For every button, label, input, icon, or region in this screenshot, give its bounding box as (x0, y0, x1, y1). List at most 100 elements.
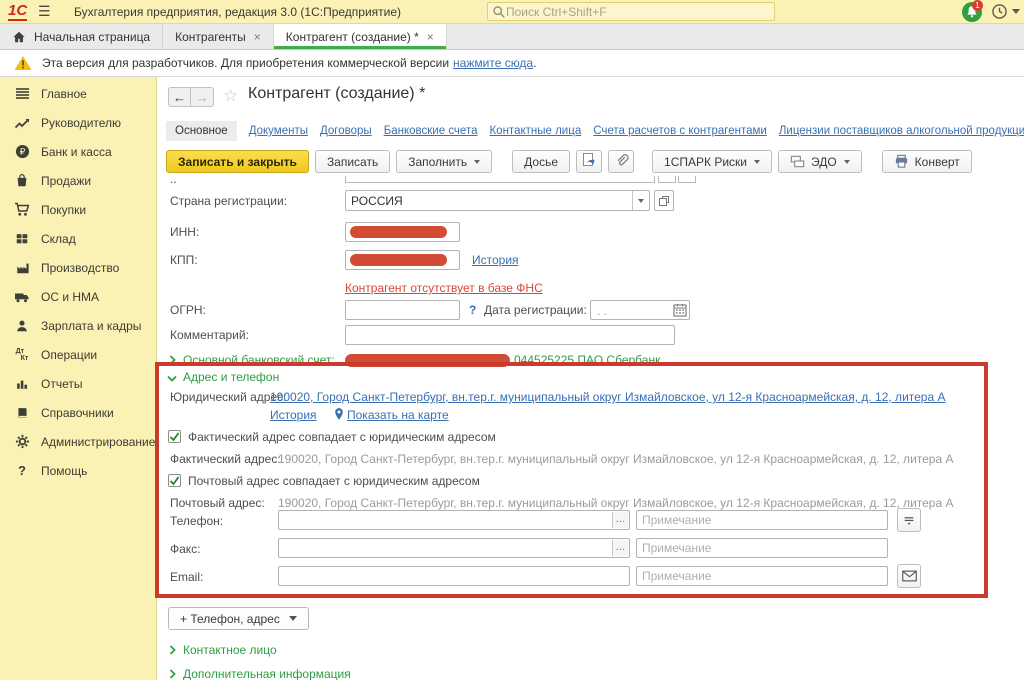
chevron-down-icon[interactable] (167, 374, 177, 383)
attachment-button[interactable] (608, 150, 634, 173)
fax-note-input[interactable] (636, 538, 888, 558)
sidebar-item-glavnoe[interactable]: Главное (0, 79, 156, 108)
save-button[interactable]: Записать (315, 150, 390, 173)
svg-text:₽: ₽ (19, 147, 25, 157)
spark-risks-button[interactable]: 1СПАРК Риски (652, 150, 772, 173)
country-dropdown[interactable] (632, 191, 649, 210)
legal-address-link[interactable]: 190020, Город Санкт-Петербург, вн.тер.г.… (270, 390, 946, 404)
bank-account-section[interactable]: Основной банковский счет: (183, 353, 335, 367)
chevron-down-icon[interactable] (1012, 9, 1020, 14)
sidebar-item-pomosch[interactable]: ? Помощь (0, 456, 156, 485)
active-tab-indicator (274, 46, 446, 49)
envelope-print-button[interactable]: Конверт (882, 150, 972, 173)
ellipsis-icon[interactable]: … (612, 540, 628, 556)
close-icon[interactable]: × (254, 30, 261, 44)
sidebar-item-sklad[interactable]: Склад (0, 224, 156, 253)
global-search[interactable] (487, 2, 775, 21)
chevron-down-icon (474, 160, 480, 164)
additional-info-section[interactable]: Дополнительная информация (183, 667, 351, 680)
form-tab-osnovnoe[interactable]: Основное (166, 121, 237, 141)
partial-button[interactable] (678, 176, 696, 183)
menu-lines-icon (13, 85, 31, 102)
truck-icon (13, 288, 31, 305)
fact-address-label: Фактический адрес: (170, 452, 281, 466)
email-note-input[interactable] (636, 566, 888, 586)
phone-input[interactable]: … (278, 510, 630, 530)
trend-chart-icon (13, 114, 31, 131)
main-menu-icon[interactable]: ☰ (38, 3, 51, 20)
comment-input[interactable] (345, 325, 675, 345)
sidebar-item-pokupki[interactable]: Покупки (0, 195, 156, 224)
search-input[interactable] (506, 5, 770, 19)
calendar-icon[interactable] (673, 303, 687, 322)
sidebar-item-proizvodstvo[interactable]: Производство (0, 253, 156, 282)
form-tab-dogovory[interactable]: Договоры (320, 125, 372, 137)
tab-home[interactable]: Начальная страница (0, 24, 163, 49)
sidebar-item-zarplata-kadry[interactable]: Зарплата и кадры (0, 311, 156, 340)
sidebar-item-administrirovanie[interactable]: Администрирование (0, 427, 156, 456)
comment-label: Комментарий: (170, 328, 249, 342)
sidebar-item-os-nma[interactable]: ОС и НМА (0, 282, 156, 311)
sidebar-item-bank-kassa[interactable]: ₽ Банк и касса (0, 137, 156, 166)
ellipsis-icon[interactable]: … (612, 512, 628, 528)
tab-label: Контрагенты (175, 30, 246, 44)
dossier-button[interactable]: Досье (512, 150, 570, 173)
email-input[interactable] (278, 566, 630, 586)
sidebar-item-prodazhi[interactable]: Продажи (0, 166, 156, 195)
partial-button[interactable] (658, 176, 676, 183)
fact-address-checkbox-label[interactable]: Фактический адрес совпадает с юридически… (188, 430, 496, 444)
chevron-right-icon[interactable] (168, 355, 177, 365)
country-open-button[interactable] (654, 190, 674, 211)
sidebar-item-rukovoditelyu[interactable]: Руководителю (0, 108, 156, 137)
history-button[interactable] (991, 3, 1008, 20)
1c-logo[interactable]: 1С (8, 2, 27, 21)
send-email-button[interactable] (897, 564, 921, 588)
post-address-checkbox-label[interactable]: Почтовый адрес совпадает с юридическим а… (188, 474, 480, 488)
tab-home-label: Начальная страница (34, 30, 150, 44)
add-phone-address-button[interactable]: + Телефон, адрес (168, 607, 309, 630)
envelope-icon (902, 570, 917, 582)
back-button[interactable]: ← (168, 87, 191, 107)
form-tab-bank-accounts[interactable]: Банковские счета (384, 125, 478, 137)
fax-input[interactable]: … (278, 538, 630, 558)
form-tab-licenses[interactable]: Лицензии поставщиков алкогольной продукц… (779, 125, 1024, 137)
contact-person-section[interactable]: Контактное лицо (183, 643, 277, 657)
dev-version-banner: Эта версия для разработчиков. Для приобр… (0, 50, 1024, 77)
fact-address-checkbox[interactable] (168, 430, 181, 443)
fill-button[interactable]: Заполнить (396, 150, 492, 173)
country-combo[interactable]: РОССИЯ (345, 190, 650, 211)
phone-note-input[interactable] (636, 510, 888, 530)
buy-version-link[interactable]: нажмите сюда (453, 56, 533, 70)
form-tab-settlement-accounts[interactable]: Счета расчетов с контрагентами (593, 125, 767, 137)
chevron-right-icon[interactable] (168, 645, 177, 655)
form-tab-dokumenty[interactable]: Документы (249, 125, 308, 137)
ogrn-hint[interactable]: ? (469, 303, 476, 317)
phone-list-button[interactable] (897, 508, 921, 532)
tab-kontragent-create[interactable]: Контрагент (создание) * × (274, 24, 447, 49)
edo-icon (790, 154, 805, 169)
sidebar-item-operacii[interactable]: ДтКт Операции (0, 340, 156, 369)
chevron-right-icon[interactable] (168, 669, 177, 679)
form-tab-contacts[interactable]: Контактные лица (489, 125, 581, 137)
inn-label: ИНН: (170, 225, 199, 239)
favorite-star-icon[interactable]: ☆ (223, 86, 238, 106)
tab-kontragenty[interactable]: Контрагенты × (163, 24, 274, 49)
ogrn-input[interactable] (345, 300, 460, 320)
legal-address-history-link[interactable]: История (270, 408, 317, 422)
fns-warning-link[interactable]: Контрагент отсутствует в базе ФНС (345, 281, 543, 295)
post-address-checkbox[interactable] (168, 474, 181, 487)
partial-field[interactable] (345, 176, 655, 183)
report-button[interactable] (576, 150, 602, 173)
show-on-map-link[interactable]: Показать на карте (347, 408, 449, 422)
notifications-button[interactable]: 1 (962, 2, 982, 22)
regdate-input[interactable]: . . (590, 300, 690, 320)
sidebar-item-otchety[interactable]: Отчеты (0, 369, 156, 398)
forward-button[interactable]: → (191, 87, 214, 107)
edo-button[interactable]: ЭДО (778, 150, 862, 173)
kpp-history-link[interactable]: История (472, 253, 519, 267)
address-phone-section[interactable]: Адрес и телефон (183, 370, 279, 384)
save-close-button[interactable]: Записать и закрыть (166, 150, 309, 173)
close-icon[interactable]: × (427, 30, 434, 44)
open-form-icon (658, 195, 670, 207)
sidebar-item-spravochniki[interactable]: Справочники (0, 398, 156, 427)
